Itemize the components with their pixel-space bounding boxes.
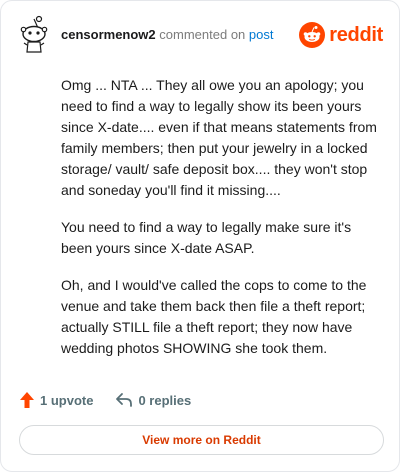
comment-meta: censormenow2 commented on post: [61, 27, 273, 43]
comment-paragraph: Oh, and I would've called the cops to co…: [61, 277, 367, 356]
reddit-logo-icon: [299, 22, 326, 48]
comment-paragraph: Omg ... NTA ... They all owe you an apol…: [61, 77, 377, 198]
comment-header: censormenow2 commented on post reddit: [17, 15, 383, 55]
snoo-avatar-icon[interactable]: [17, 15, 51, 55]
comment-embed-card: censormenow2 commented on post reddit Om…: [0, 0, 400, 472]
comment-actions: 1 upvote 0 replies: [19, 389, 213, 411]
reddit-wordmark: reddit: [329, 24, 383, 46]
commented-on-text: commented on: [159, 27, 246, 42]
reply-arrow-icon: [116, 393, 133, 407]
upvote-count: 1 upvote: [40, 392, 94, 408]
post-link[interactable]: post: [249, 27, 274, 42]
comment-paragraph: You need to find a way to legally make s…: [61, 219, 352, 256]
upvote-arrow-icon: [20, 392, 34, 408]
username-link[interactable]: censormenow2: [61, 27, 156, 42]
replies-button[interactable]: 0 replies: [115, 392, 191, 408]
view-more-button[interactable]: View more on Reddit: [19, 425, 384, 455]
upvote-button[interactable]: 1 upvote: [19, 391, 93, 409]
comment-body: Omg ... NTA ... They all owe you an apol…: [61, 75, 379, 375]
reddit-brand[interactable]: reddit: [299, 20, 383, 50]
replies-count: 0 replies: [138, 392, 192, 408]
